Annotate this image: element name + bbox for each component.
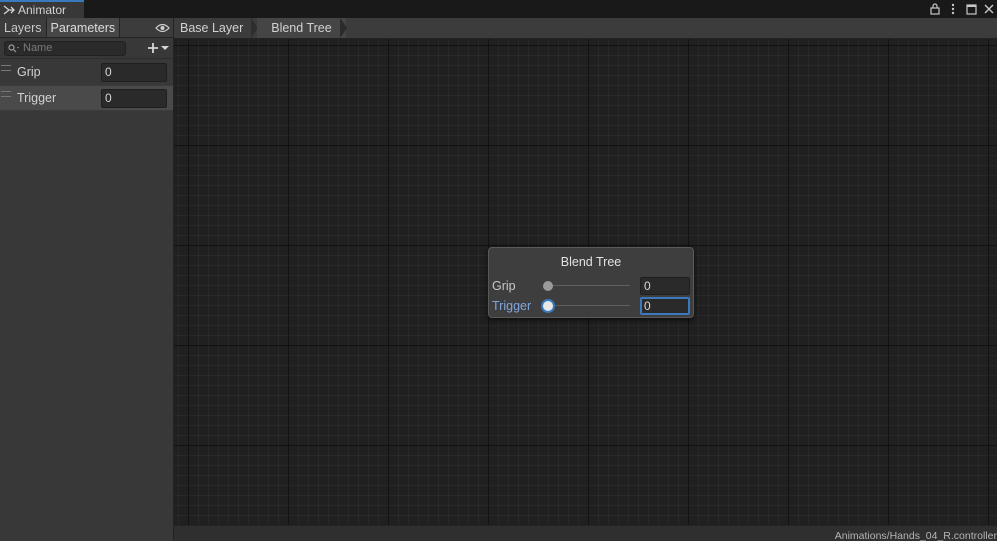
node-param-row-grip: Grip — [492, 277, 692, 295]
parameter-row-trigger[interactable]: Trigger — [0, 85, 173, 111]
slider-track — [548, 305, 630, 306]
panel-tabs: Layers Parameters — [0, 18, 173, 38]
parameter-value-field[interactable] — [101, 62, 167, 82]
eye-icon — [154, 23, 170, 32]
animator-window-tab[interactable]: Animator — [0, 0, 84, 18]
slider-thumb[interactable] — [543, 301, 553, 311]
animator-icon — [3, 5, 15, 15]
parameter-search-row — [0, 38, 173, 59]
parameter-name: Trigger — [17, 91, 57, 105]
tabs-spacer — [120, 18, 151, 37]
breadcrumb: Base Layer Blend Tree — [174, 18, 997, 39]
breadcrumb-base-layer[interactable]: Base Layer — [174, 18, 259, 38]
slider-track — [548, 285, 630, 286]
node-param-label: Trigger — [492, 299, 532, 313]
tab-layers[interactable]: Layers — [0, 18, 47, 37]
visibility-toggle[interactable] — [151, 18, 173, 37]
node-value-field[interactable] — [640, 297, 690, 315]
plus-icon — [148, 43, 158, 53]
node-title: Blend Tree — [560, 255, 622, 269]
node-param-label: Grip — [492, 279, 516, 293]
parameter-row-grip[interactable]: Grip — [0, 59, 173, 85]
window-title: Animator — [18, 3, 67, 17]
search-icon — [8, 43, 19, 52]
drag-handle-icon[interactable] — [1, 91, 11, 97]
node-value-field[interactable] — [640, 277, 690, 295]
search-input[interactable] — [23, 42, 123, 54]
kebab-menu-icon[interactable] — [947, 2, 959, 16]
status-bar: Animations/Hands_04_R.controller — [174, 525, 997, 541]
node-param-row-trigger: Trigger — [492, 297, 692, 315]
breadcrumb-blend-tree[interactable]: Blend Tree — [257, 18, 348, 38]
grip-slider[interactable] — [543, 277, 634, 295]
dropdown-arrow-icon — [161, 46, 169, 50]
window-controls — [929, 0, 997, 18]
blend-tree-node[interactable]: Blend Tree Grip Trigger — [488, 247, 694, 318]
tab-parameters[interactable]: Parameters — [46, 18, 121, 37]
parameter-name: Grip — [17, 65, 41, 79]
drag-handle-icon[interactable] — [1, 65, 11, 71]
close-icon[interactable] — [983, 2, 995, 16]
controller-path: Animations/Hands_04_R.controller — [834, 530, 997, 541]
search-box[interactable] — [4, 40, 126, 56]
add-parameter-button[interactable] — [147, 42, 169, 54]
lock-icon[interactable] — [929, 2, 941, 16]
window-title-bar: Animator — [0, 0, 997, 18]
parameter-value-field[interactable] — [101, 88, 167, 108]
slider-thumb[interactable] — [543, 281, 553, 291]
maximize-icon[interactable] — [965, 2, 977, 16]
parameters-panel: Layers Parameters Grip Trigger — [0, 18, 174, 541]
trigger-slider[interactable] — [543, 297, 634, 315]
